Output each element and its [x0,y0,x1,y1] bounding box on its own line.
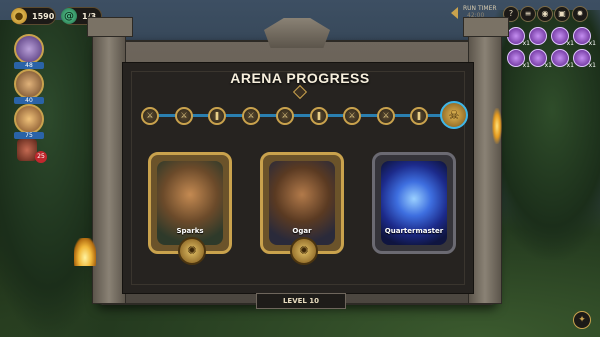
progress-node: ⚔ [175,107,193,125]
gold-counter: ● 1590 [11,7,56,25]
hero-hp: 40 [14,97,44,104]
progress-node: ⚔ [141,107,159,125]
frame-crest [264,18,330,48]
progress-node: ⚔ [276,107,294,125]
claw-medal-icon: ✺ [178,237,206,265]
card-name: Sparks [176,227,204,235]
party-hero-1[interactable]: 48 [14,34,44,69]
progress-node: ❚ [410,107,428,125]
progress-node: ❚ [208,107,226,125]
relic-slot[interactable]: x1 [551,49,574,69]
progress-node: ⚔ [377,107,395,125]
relic-slot[interactable] [529,27,547,45]
gold-value: 1590 [32,11,55,21]
run-timer-label: RUN TIMER [463,5,497,12]
companion-badge: 25 [35,151,47,163]
card-name: Ogar [292,227,312,235]
hero-hp: 75 [14,132,44,139]
final-boss-node: ☠ [440,101,468,129]
party-list: 48 40 75 25 [14,34,47,163]
card-name: Quartermaster [384,227,444,235]
choice-card-quartermaster[interactable]: Quartermaster [372,152,456,254]
torch-flame-right [492,108,502,144]
relic-slot[interactable]: x1 [507,27,530,47]
claw-medal-icon: ✺ [290,237,318,265]
progress-node: ⚔ [343,107,361,125]
hero-hp: 48 [14,62,44,69]
compass-icon[interactable]: ✦ [573,311,591,329]
relic-slot[interactable]: x1 [529,49,552,69]
settings-gear-icon[interactable]: ✹ [572,6,588,22]
progress-node: ⚔ [242,107,260,125]
page-title: ARENA PROGRESS [230,70,370,86]
coin-icon: ● [11,8,27,24]
party-hero-3[interactable]: 75 [14,104,44,139]
choice-card-sparks[interactable]: Sparks ✺ [148,152,232,265]
menu-icon[interactable]: ≡ [520,6,536,22]
collapse-arrow-icon[interactable] [451,7,458,19]
choice-card-ogar[interactable]: Ogar ✺ [260,152,344,265]
deck-icon[interactable]: ◉ [537,6,553,22]
progress-node: ❚ [310,107,328,125]
relic-slot[interactable]: x1 [507,49,530,69]
swirl-icon: @ [61,8,77,24]
relic-slot[interactable]: x1 [573,27,596,47]
relic-slot[interactable]: x1 [573,49,596,69]
party-companion[interactable]: 25 [17,139,47,163]
relic-slot[interactable]: x1 [551,27,574,47]
level-label: LEVEL 10 [256,293,346,309]
map-icon[interactable]: ▣ [554,6,570,22]
torch-flame-left [74,238,96,266]
